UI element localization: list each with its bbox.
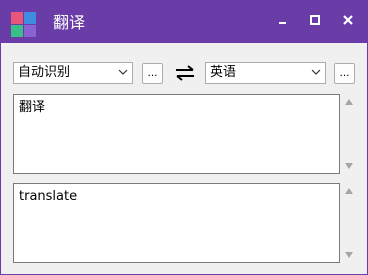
minimize-icon <box>279 22 286 24</box>
source-text: 翻译 <box>19 100 46 115</box>
maximize-icon <box>310 15 320 25</box>
target-text-area[interactable]: translate <box>13 183 340 263</box>
source-language-more-button[interactable]: ... <box>142 63 163 84</box>
close-button[interactable] <box>335 9 361 31</box>
target-text: translate <box>19 189 78 204</box>
title-bar[interactable]: 翻译 <box>1 1 367 43</box>
minimize-button[interactable] <box>270 9 296 31</box>
close-icon <box>343 15 353 25</box>
scroll-up-icon[interactable] <box>344 187 354 195</box>
scroll-down-icon[interactable] <box>344 162 354 170</box>
swap-arrows-icon[interactable] <box>174 64 196 82</box>
source-language-value: 自动识别 <box>18 65 71 80</box>
maximize-button[interactable] <box>302 9 328 31</box>
source-language-select[interactable]: 自动识别 <box>13 62 133 84</box>
source-text-area[interactable]: 翻译 <box>13 94 340 174</box>
window-title: 翻译 <box>53 13 86 32</box>
scroll-down-icon[interactable] <box>344 251 354 259</box>
target-language-select[interactable]: 英语 <box>205 62 326 84</box>
chevron-down-icon <box>118 69 128 75</box>
target-language-value: 英语 <box>210 65 237 80</box>
app-tile-icon <box>11 12 37 38</box>
chevron-down-icon <box>311 69 321 75</box>
target-language-more-button[interactable]: ... <box>334 63 355 84</box>
translator-window: 翻译 自动识别 ... 英语 ... 翻译 translate <box>0 0 368 275</box>
scroll-up-icon[interactable] <box>344 98 354 106</box>
